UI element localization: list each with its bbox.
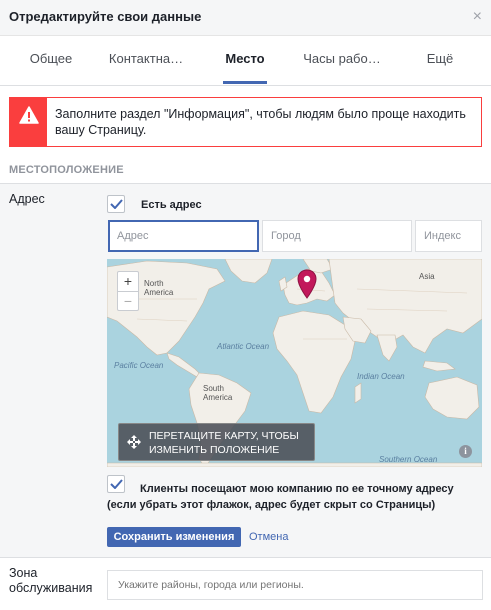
zoom-in-button[interactable]: + [118,272,138,291]
checkmark-icon [110,199,123,209]
map-zoom-control: + − [117,271,139,311]
dialog-title: Отредактируйте свои данные [9,9,202,24]
africa-land [272,310,356,414]
drag-hint-text: ПЕРЕТАЩИТЕ КАРТУ, ЧТОБЫ ИЗМЕНИТЬ ПОЛОЖЕН… [149,430,299,456]
label-south-america: South America [203,384,233,402]
indonesia-land [422,360,456,372]
map-info-icon[interactable]: i [459,445,472,458]
section-title: МЕСТОПОЛОЖЕНИЕ [9,164,124,176]
zoom-out-button[interactable]: − [118,291,138,310]
location-map[interactable]: + − North America Asia Atlantic Ocean Pa… [107,259,482,467]
tab-general[interactable]: Общее [20,36,82,86]
madagascar-land [354,382,362,404]
label-atlantic-ocean: Atlantic Ocean [217,342,270,351]
warning-icon [19,106,39,124]
address-row-label: Адрес [9,192,45,206]
label-southern-ocean: Southern Ocean [379,455,438,464]
central-america-land [166,352,202,378]
close-icon[interactable]: × [473,9,482,25]
tab-hours[interactable]: Часы рабо… [297,36,387,86]
save-button[interactable]: Сохранить изменения [107,527,241,547]
service-area-input[interactable] [107,570,483,600]
service-area-label: Зона обслуживания [9,566,93,595]
alert-side-bar [10,98,47,146]
city-input[interactable] [262,220,412,252]
has-address-label: Есть адрес [141,199,202,211]
tab-contacts[interactable]: Контактна… [104,36,188,86]
zip-input[interactable] [415,220,482,252]
info-alert: Заполните раздел "Информация", чтобы люд… [9,97,482,147]
has-address-checkbox[interactable] [107,195,125,213]
address-input[interactable] [108,220,259,252]
drag-map-hint: ПЕРЕТАЩИТЕ КАРТУ, ЧТОБЫ ИЗМЕНИТЬ ПОЛОЖЕН… [118,423,315,461]
alert-text: Заполните раздел "Информация", чтобы люд… [55,107,466,137]
customers-visit-label: Клиенты посещают мою компанию по ее точн… [107,483,454,511]
label-pacific-ocean: Pacific Ocean [114,361,164,370]
greenland-land [224,259,273,284]
dialog-header: Отредактируйте свои данные × [0,0,491,36]
australia-land [424,376,480,420]
map-pin-icon[interactable] [297,269,317,299]
label-indian-ocean: Indian Ocean [357,372,405,381]
label-north-america: North America [144,279,174,297]
tab-bar: Общее Контактна… Место Часы рабо… Ещё [0,36,491,86]
tab-more[interactable]: Ещё [415,36,465,86]
cancel-link[interactable]: Отмена [249,531,288,543]
active-tab-indicator [223,81,267,84]
label-asia: Asia [419,272,435,281]
tab-location[interactable]: Место [215,36,275,86]
india-land [376,334,398,362]
move-arrows-icon [127,435,141,449]
